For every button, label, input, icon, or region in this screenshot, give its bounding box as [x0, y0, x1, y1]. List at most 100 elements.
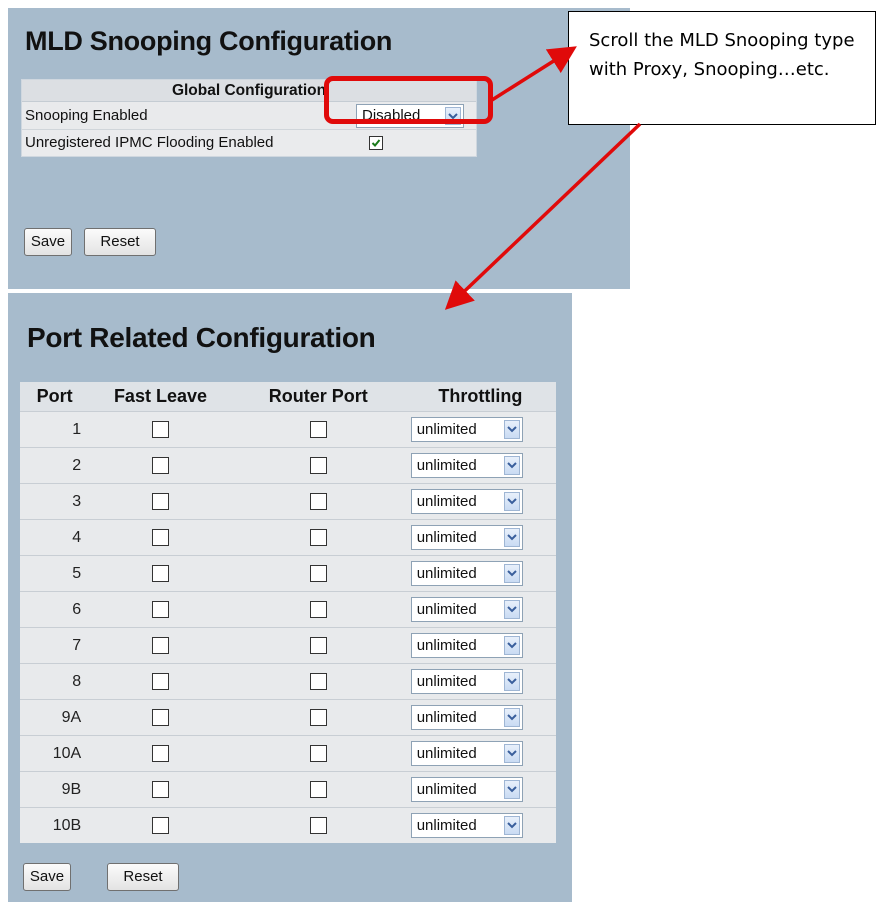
fast-leave-checkbox[interactable]	[151, 672, 169, 690]
fast-leave-checkbox[interactable]	[151, 816, 169, 834]
router-port-checkbox[interactable]	[309, 600, 327, 618]
port-number: 5	[20, 555, 90, 592]
router-port-checkbox[interactable]	[309, 492, 327, 510]
chevron-down-icon[interactable]	[503, 420, 520, 439]
chevron-down-icon[interactable]	[503, 780, 520, 799]
router-port-checkbox[interactable]	[309, 528, 327, 546]
global-configuration-panel: MLD Snooping Configuration Global Config…	[8, 8, 630, 289]
table-row: 9B unlimited	[20, 771, 556, 808]
fast-leave-checkbox[interactable]	[151, 420, 169, 438]
router-port-checkbox[interactable]	[309, 744, 327, 762]
chevron-down-icon[interactable]	[503, 672, 520, 691]
throttling-cell: unlimited	[404, 519, 556, 556]
port-number: 10B	[20, 807, 90, 843]
fast-leave-checkbox[interactable]	[151, 744, 169, 762]
port-number: 7	[20, 627, 90, 664]
callout-text: Scroll the MLD Snooping type with Proxy,…	[589, 30, 855, 80]
column-header-fast-leave: Fast Leave	[89, 382, 232, 412]
throttling-cell: unlimited	[404, 483, 556, 520]
router-port-cell	[231, 483, 405, 520]
throttling-value: unlimited	[416, 457, 477, 474]
column-header-port: Port	[20, 382, 90, 412]
router-port-checkbox[interactable]	[309, 672, 327, 690]
table-row: 2 unlimited	[20, 447, 556, 484]
global-reset-button[interactable]: Reset	[84, 228, 156, 256]
fast-leave-checkbox[interactable]	[151, 600, 169, 618]
router-port-cell	[231, 807, 405, 843]
column-header-router-port: Router Port	[231, 382, 405, 412]
throttling-select[interactable]: unlimited	[410, 525, 523, 550]
throttling-cell: unlimited	[404, 447, 556, 484]
global-save-button[interactable]: Save	[24, 228, 72, 256]
flooding-enabled-checkbox[interactable]	[369, 136, 383, 150]
fast-leave-cell	[89, 591, 232, 628]
throttling-cell: unlimited	[404, 663, 556, 700]
router-port-cell	[231, 555, 405, 592]
router-port-cell	[231, 735, 405, 772]
throttling-cell: unlimited	[404, 411, 556, 448]
chevron-down-icon[interactable]	[503, 492, 520, 511]
throttling-value: unlimited	[416, 565, 477, 582]
port-number: 4	[20, 519, 90, 556]
chevron-down-icon[interactable]	[503, 636, 520, 655]
fast-leave-checkbox[interactable]	[151, 564, 169, 582]
router-port-checkbox[interactable]	[309, 636, 327, 654]
fast-leave-checkbox[interactable]	[151, 780, 169, 798]
chevron-down-icon[interactable]	[503, 708, 520, 727]
throttling-cell: unlimited	[404, 807, 556, 843]
throttling-select[interactable]: unlimited	[410, 669, 523, 694]
chevron-down-icon[interactable]	[503, 528, 520, 547]
table-row: 6 unlimited	[20, 591, 556, 628]
throttling-select[interactable]: unlimited	[410, 813, 523, 838]
port-number: 1	[20, 411, 90, 448]
throttling-select[interactable]: unlimited	[410, 489, 523, 514]
fast-leave-checkbox[interactable]	[151, 492, 169, 510]
throttling-select[interactable]: unlimited	[410, 597, 523, 622]
port-reset-button[interactable]: Reset	[107, 863, 179, 891]
throttling-select[interactable]: unlimited	[410, 741, 523, 766]
throttling-value: unlimited	[416, 601, 477, 618]
chevron-down-icon[interactable]	[503, 744, 520, 763]
fast-leave-checkbox[interactable]	[151, 708, 169, 726]
chevron-down-icon[interactable]	[503, 816, 520, 835]
router-port-cell	[231, 699, 405, 736]
throttling-value: unlimited	[416, 529, 477, 546]
router-port-cell	[231, 447, 405, 484]
chevron-down-icon[interactable]	[503, 600, 520, 619]
throttling-select[interactable]: unlimited	[410, 453, 523, 478]
table-row: 8 unlimited	[20, 663, 556, 700]
router-port-cell	[231, 411, 405, 448]
throttling-select[interactable]: unlimited	[410, 705, 523, 730]
column-header-throttling: Throttling	[404, 382, 556, 412]
port-number: 9A	[20, 699, 90, 736]
fast-leave-checkbox[interactable]	[151, 528, 169, 546]
throttling-value: unlimited	[416, 781, 477, 798]
throttling-select[interactable]: unlimited	[410, 417, 523, 442]
fast-leave-checkbox[interactable]	[151, 636, 169, 654]
throttling-select[interactable]: unlimited	[410, 777, 523, 802]
fast-leave-checkbox[interactable]	[151, 456, 169, 474]
router-port-checkbox[interactable]	[309, 780, 327, 798]
throttling-cell: unlimited	[404, 771, 556, 808]
throttling-select[interactable]: unlimited	[410, 561, 523, 586]
table-row: 9A unlimited	[20, 699, 556, 736]
port-save-button[interactable]: Save	[23, 863, 71, 891]
chevron-down-icon[interactable]	[503, 564, 520, 583]
router-port-checkbox[interactable]	[309, 564, 327, 582]
router-port-checkbox[interactable]	[309, 816, 327, 834]
fast-leave-cell	[89, 483, 232, 520]
router-port-checkbox[interactable]	[309, 456, 327, 474]
chevron-down-icon[interactable]	[503, 456, 520, 475]
throttling-cell: unlimited	[404, 555, 556, 592]
throttling-value: unlimited	[416, 637, 477, 654]
table-row: 5 unlimited	[20, 555, 556, 592]
throttling-cell: unlimited	[404, 591, 556, 628]
table-row: 3 unlimited	[20, 483, 556, 520]
fast-leave-cell	[89, 519, 232, 556]
throttling-value: unlimited	[416, 421, 477, 438]
router-port-checkbox[interactable]	[309, 708, 327, 726]
fast-leave-cell	[89, 411, 232, 448]
router-port-cell	[231, 519, 405, 556]
throttling-select[interactable]: unlimited	[410, 633, 523, 658]
router-port-checkbox[interactable]	[309, 420, 327, 438]
